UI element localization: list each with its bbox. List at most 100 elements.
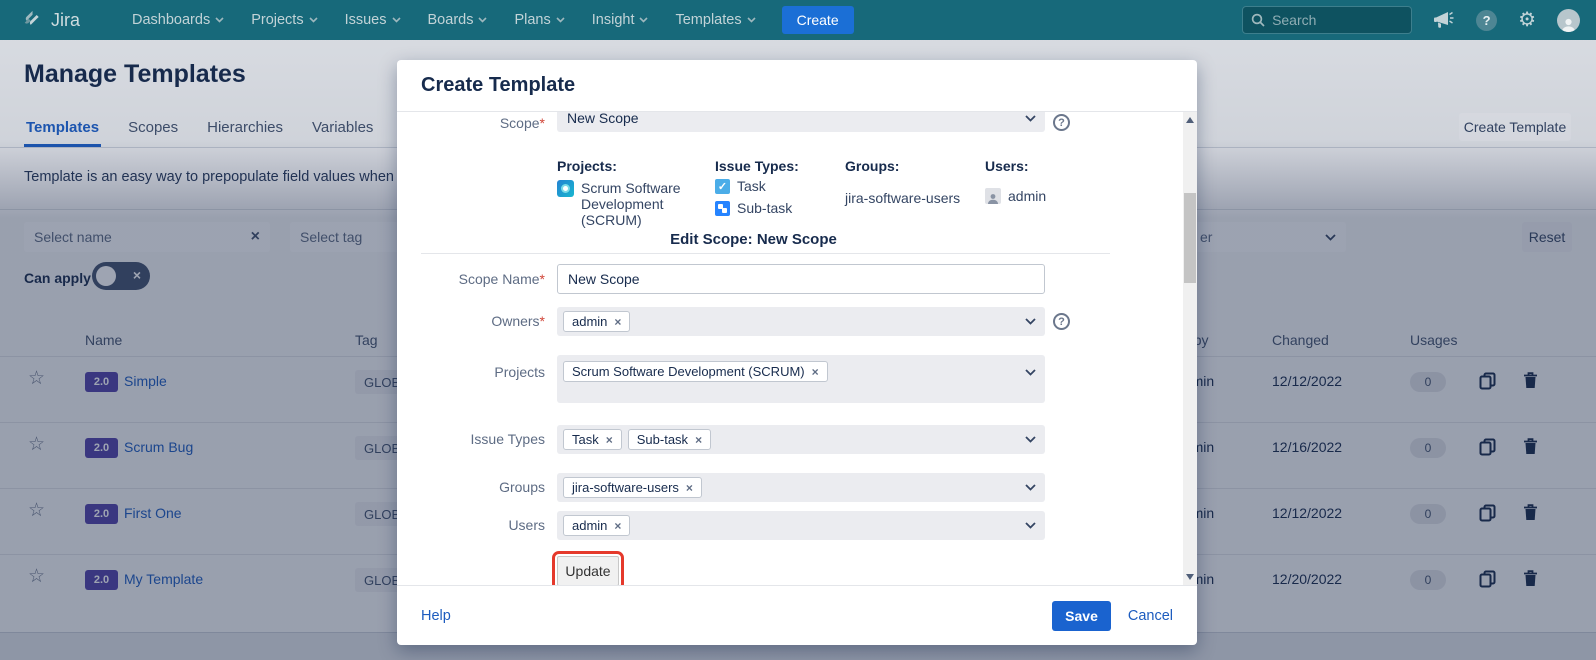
remove-chip-icon[interactable]: × [686,481,693,495]
user-avatar-icon [985,188,1001,204]
owners-label: Owners* [405,313,545,329]
scroll-down-icon[interactable] [1186,574,1194,580]
user-chip: admin× [563,515,630,536]
star-icon[interactable]: ☆ [28,565,45,588]
jira-logo[interactable]: Jira [22,9,80,31]
delete-icon[interactable] [1523,438,1538,455]
template-name-link[interactable]: Scrum Bug [124,439,193,455]
create-template-button[interactable]: Create Template [1459,113,1571,141]
can-apply-toggle[interactable]: × [92,262,150,290]
nav-item-issues[interactable]: Issues [345,12,401,28]
remove-chip-icon[interactable]: × [614,519,621,533]
chevron-down-icon [478,17,487,23]
tab-scopes[interactable]: Scopes [126,111,180,147]
chevron-down-icon [747,17,756,23]
issue-type-chip: Sub-task× [628,429,711,450]
update-button[interactable]: Update [557,556,619,585]
announcements-icon[interactable] [1433,10,1455,30]
modal-scrollbar[interactable] [1183,112,1197,585]
modal-title: Create Template [421,74,575,97]
issue-types-select[interactable]: Task× Sub-task× [557,425,1045,454]
version-badge: 2.0 [85,372,118,392]
help-icon[interactable]: ? [1476,10,1497,31]
summary-project: Scrum Software Development (SCRUM) [557,180,707,228]
summary-issue-type-subtask: Sub-task [715,200,792,216]
delete-icon[interactable] [1523,372,1538,389]
nav-item-plans[interactable]: Plans [514,12,564,28]
star-icon[interactable]: ☆ [28,499,45,522]
chevron-down-icon [215,17,224,23]
users-select[interactable]: admin× [557,511,1045,540]
template-name-link[interactable]: First One [124,505,182,521]
issue-types-label: Issue Types [405,431,545,447]
scope-help-icon[interactable]: ? [1053,114,1070,131]
filter-dropdown-text: er [1200,229,1212,245]
summary-users-header: Users: [985,158,1029,174]
nav-item-insight[interactable]: Insight [592,12,649,28]
usages-badge: 0 [1410,504,1446,524]
cancel-link[interactable]: Cancel [1128,608,1173,624]
chevron-down-icon [1025,484,1036,491]
version-badge: 2.0 [85,504,118,524]
remove-chip-icon[interactable]: × [614,315,621,329]
projects-select[interactable]: Scrum Software Development (SCRUM)× [557,355,1045,403]
nav-search-box[interactable] [1242,6,1412,34]
copy-icon[interactable] [1479,438,1496,456]
template-name-link[interactable]: My Template [124,571,203,587]
reset-button[interactable]: Reset [1522,222,1572,252]
changed-value: 12/12/2022 [1272,505,1342,521]
scope-name-input[interactable] [557,264,1045,294]
select-tag-placeholder: Select tag [300,229,362,245]
avatar[interactable] [1557,9,1580,32]
scope-select[interactable]: New Scope [557,112,1045,132]
tab-templates[interactable]: Templates [24,111,101,147]
select-name-filter[interactable]: Select name × [24,222,270,252]
summary-issue-type-task: ✓ Task [715,178,766,194]
owners-select[interactable]: admin× [557,307,1045,336]
changed-value: 12/12/2022 [1272,373,1342,389]
summary-user: admin [985,188,1046,204]
info-text: Template is an easy way to prepopulate f… [24,169,450,185]
scope-label: Scope* [405,115,545,131]
nav-item-boards[interactable]: Boards [428,12,488,28]
remove-chip-icon[interactable]: × [812,365,819,379]
tab-hierarchies[interactable]: Hierarchies [205,111,285,147]
save-button[interactable]: Save [1052,601,1111,631]
toggle-knob [96,266,116,286]
nav-item-templates[interactable]: Templates [675,12,755,28]
modal-header: Create Template [397,60,1197,112]
clear-name-icon[interactable]: × [251,228,260,246]
help-link[interactable]: Help [421,608,451,624]
jira-logo-text: Jira [51,10,80,31]
delete-icon[interactable] [1523,570,1538,587]
scroll-up-icon[interactable] [1186,117,1194,123]
nav-create-button[interactable]: Create [782,6,854,34]
nav-item-dashboards[interactable]: Dashboards [132,12,224,28]
copy-icon[interactable] [1479,504,1496,522]
template-name-link[interactable]: Simple [124,373,167,389]
delete-icon[interactable] [1523,504,1538,521]
owners-help-icon[interactable]: ? [1053,313,1070,330]
star-icon[interactable]: ☆ [28,433,45,456]
remove-chip-icon[interactable]: × [606,433,613,447]
summary-projects-header: Projects: [557,158,617,174]
gear-icon[interactable]: ⚙ [1518,10,1536,30]
scope-name-label: Scope Name* [405,271,545,287]
remove-chip-icon[interactable]: × [695,433,702,447]
jira-logo-icon [22,9,44,31]
search-input[interactable] [1272,12,1392,28]
chevron-down-icon [392,17,401,23]
scrollbar-thumb[interactable] [1184,193,1196,283]
usages-badge: 0 [1410,372,1446,392]
tab-variables[interactable]: Variables [310,111,375,147]
copy-icon[interactable] [1479,372,1496,390]
subtask-icon [715,201,730,216]
nav-item-projects[interactable]: Projects [251,12,317,28]
chevron-down-icon [1025,522,1036,529]
star-icon[interactable]: ☆ [28,367,45,390]
toggle-off-icon: × [133,267,141,283]
copy-icon[interactable] [1479,570,1496,588]
changed-value: 12/16/2022 [1272,439,1342,455]
groups-select[interactable]: jira-software-users× [557,473,1045,502]
usages-badge: 0 [1410,570,1446,590]
